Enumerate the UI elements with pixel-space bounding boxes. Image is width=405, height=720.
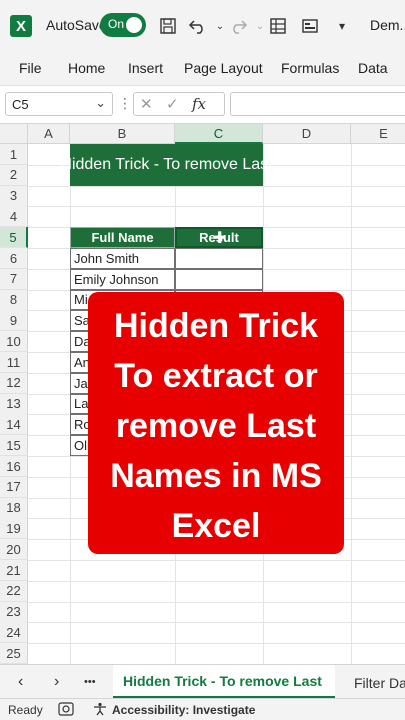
- document-name[interactable]: Dem...: [370, 17, 405, 33]
- name-cell[interactable]: Emily Johnson: [70, 268, 175, 290]
- status-ready: Ready: [8, 703, 43, 717]
- cell-cursor-icon: ✚: [213, 230, 227, 247]
- column-header-e[interactable]: E: [351, 124, 405, 144]
- ribbon-tabs: File Home Insert Page Layout Formulas Da…: [0, 52, 405, 86]
- sheet-tab-active-label: Hidden Trick - To remove Last: [123, 673, 322, 689]
- select-all-corner[interactable]: [0, 124, 28, 144]
- row-header-25[interactable]: 25: [0, 643, 28, 664]
- undo-icon[interactable]: [186, 14, 210, 38]
- row-header-13[interactable]: 13: [0, 393, 28, 415]
- result-cell[interactable]: [175, 268, 263, 290]
- row-header-16[interactable]: 16: [0, 456, 28, 477]
- sheet-tab-bar: ‹ › ••• Hidden Trick - To remove Last Fi…: [0, 664, 405, 699]
- status-bar: Ready Accessibility: Investigate: [0, 698, 405, 720]
- row-header-4[interactable]: 4: [0, 206, 28, 228]
- result-cell[interactable]: [175, 248, 263, 269]
- row-header-10[interactable]: 10: [0, 331, 28, 353]
- sheet-tab-filter[interactable]: Filter Da: [354, 675, 405, 691]
- row-header-21[interactable]: 21: [0, 560, 28, 581]
- row-gridline: [28, 622, 405, 624]
- redo-icon[interactable]: [226, 14, 250, 38]
- accessibility-status[interactable]: Accessibility: Investigate: [112, 703, 255, 717]
- promo-overlay: Hidden Trick To extract or remove Last N…: [88, 292, 344, 554]
- autosave-toggle-text: On: [108, 17, 125, 31]
- column-header-b[interactable]: B: [70, 124, 175, 144]
- row-header-7[interactable]: 7: [0, 268, 28, 290]
- row-header-12[interactable]: 12: [0, 372, 28, 394]
- form-icon[interactable]: [266, 14, 290, 38]
- view-icon[interactable]: [298, 14, 322, 38]
- excel-window: X AutoSave On ⌄ ⌄ ▾ Dem... File Home Ins…: [0, 0, 405, 720]
- chevron-down-icon[interactable]: ⌄: [95, 95, 106, 111]
- macro-record-icon[interactable]: [58, 702, 74, 719]
- more-sheets-icon[interactable]: •••: [84, 676, 96, 688]
- formula-buttons: ✕ ✓ fx: [133, 92, 225, 116]
- overlay-line-5: Excel: [171, 507, 261, 545]
- more-options-icon[interactable]: ⋮: [118, 95, 132, 112]
- overlay-line-1: Hidden Trick: [113, 307, 319, 345]
- row-header-15[interactable]: 15: [0, 435, 28, 457]
- row-gridline: [28, 580, 405, 582]
- row-header-18[interactable]: 18: [0, 497, 28, 519]
- formula-input[interactable]: [230, 92, 405, 116]
- row-header-9[interactable]: 9: [0, 310, 28, 332]
- row-header-17[interactable]: 17: [0, 476, 28, 498]
- tab-insert[interactable]: Insert: [128, 60, 163, 76]
- row-header-2[interactable]: 2: [0, 164, 28, 186]
- row-header-5[interactable]: 5: [0, 227, 28, 249]
- toggle-knob: [126, 17, 142, 33]
- tab-formulas[interactable]: Formulas: [281, 60, 339, 76]
- title-bar: X AutoSave On ⌄ ⌄ ▾ Dem...: [0, 0, 405, 52]
- name-cell[interactable]: John Smith: [70, 248, 175, 269]
- column-header-a[interactable]: A: [28, 124, 70, 144]
- save-icon[interactable]: [156, 14, 180, 38]
- tab-page-layout[interactable]: Page Layout: [184, 60, 263, 76]
- tab-home[interactable]: Home: [68, 60, 105, 76]
- row-gridline: [28, 643, 405, 645]
- overlay-line-3: remove Last: [115, 407, 317, 445]
- row-header-23[interactable]: 23: [0, 601, 28, 623]
- row-header-20[interactable]: 20: [0, 539, 28, 561]
- tab-file[interactable]: File: [19, 60, 42, 76]
- quick-access-dropdown-icon[interactable]: ▾: [330, 14, 354, 38]
- row-header-24[interactable]: 24: [0, 622, 28, 644]
- overlay-line-4: Names in MS: [110, 457, 322, 495]
- row-header-11[interactable]: 11: [0, 352, 28, 373]
- accessibility-icon[interactable]: [92, 702, 108, 719]
- autosave-label: AutoSave: [46, 17, 107, 33]
- row-gridline: [28, 601, 405, 603]
- enter-icon[interactable]: ✓: [166, 95, 179, 113]
- row-header-6[interactable]: 6: [0, 248, 28, 269]
- column-header-d[interactable]: D: [263, 124, 351, 144]
- name-box-value: C5: [12, 97, 29, 112]
- row-header-14[interactable]: 14: [0, 414, 28, 436]
- header-full-name[interactable]: Full Name: [70, 227, 175, 248]
- name-box[interactable]: C5 ⌄: [5, 92, 113, 116]
- cancel-icon[interactable]: ✕: [140, 95, 153, 113]
- next-sheet-icon[interactable]: ›: [54, 673, 59, 691]
- column-header-c[interactable]: C: [175, 124, 263, 144]
- insert-function-icon[interactable]: fx: [192, 95, 206, 113]
- tab-data[interactable]: Data: [358, 60, 388, 76]
- row-gridline: [28, 206, 405, 208]
- prev-sheet-icon[interactable]: ‹: [18, 673, 23, 691]
- excel-logo-icon: X: [10, 15, 32, 37]
- column-gridline: [351, 144, 352, 664]
- row-header-3[interactable]: 3: [0, 185, 28, 207]
- row-header-1[interactable]: 1: [0, 144, 28, 165]
- row-gridline: [28, 560, 405, 561]
- autosave-toggle[interactable]: On: [100, 13, 146, 37]
- row-header-8[interactable]: 8: [0, 289, 28, 311]
- formula-bar: C5 ⌄ ⋮ ✕ ✓ fx: [0, 86, 405, 124]
- row-header-22[interactable]: 22: [0, 580, 28, 602]
- sheet-tab-active[interactable]: Hidden Trick - To remove Last: [113, 665, 335, 699]
- overlay-line-2: To extract or: [114, 357, 318, 395]
- row-header-19[interactable]: 19: [0, 518, 28, 540]
- title-cell[interactable]: Hidden Trick - To remove Last: [60, 144, 273, 186]
